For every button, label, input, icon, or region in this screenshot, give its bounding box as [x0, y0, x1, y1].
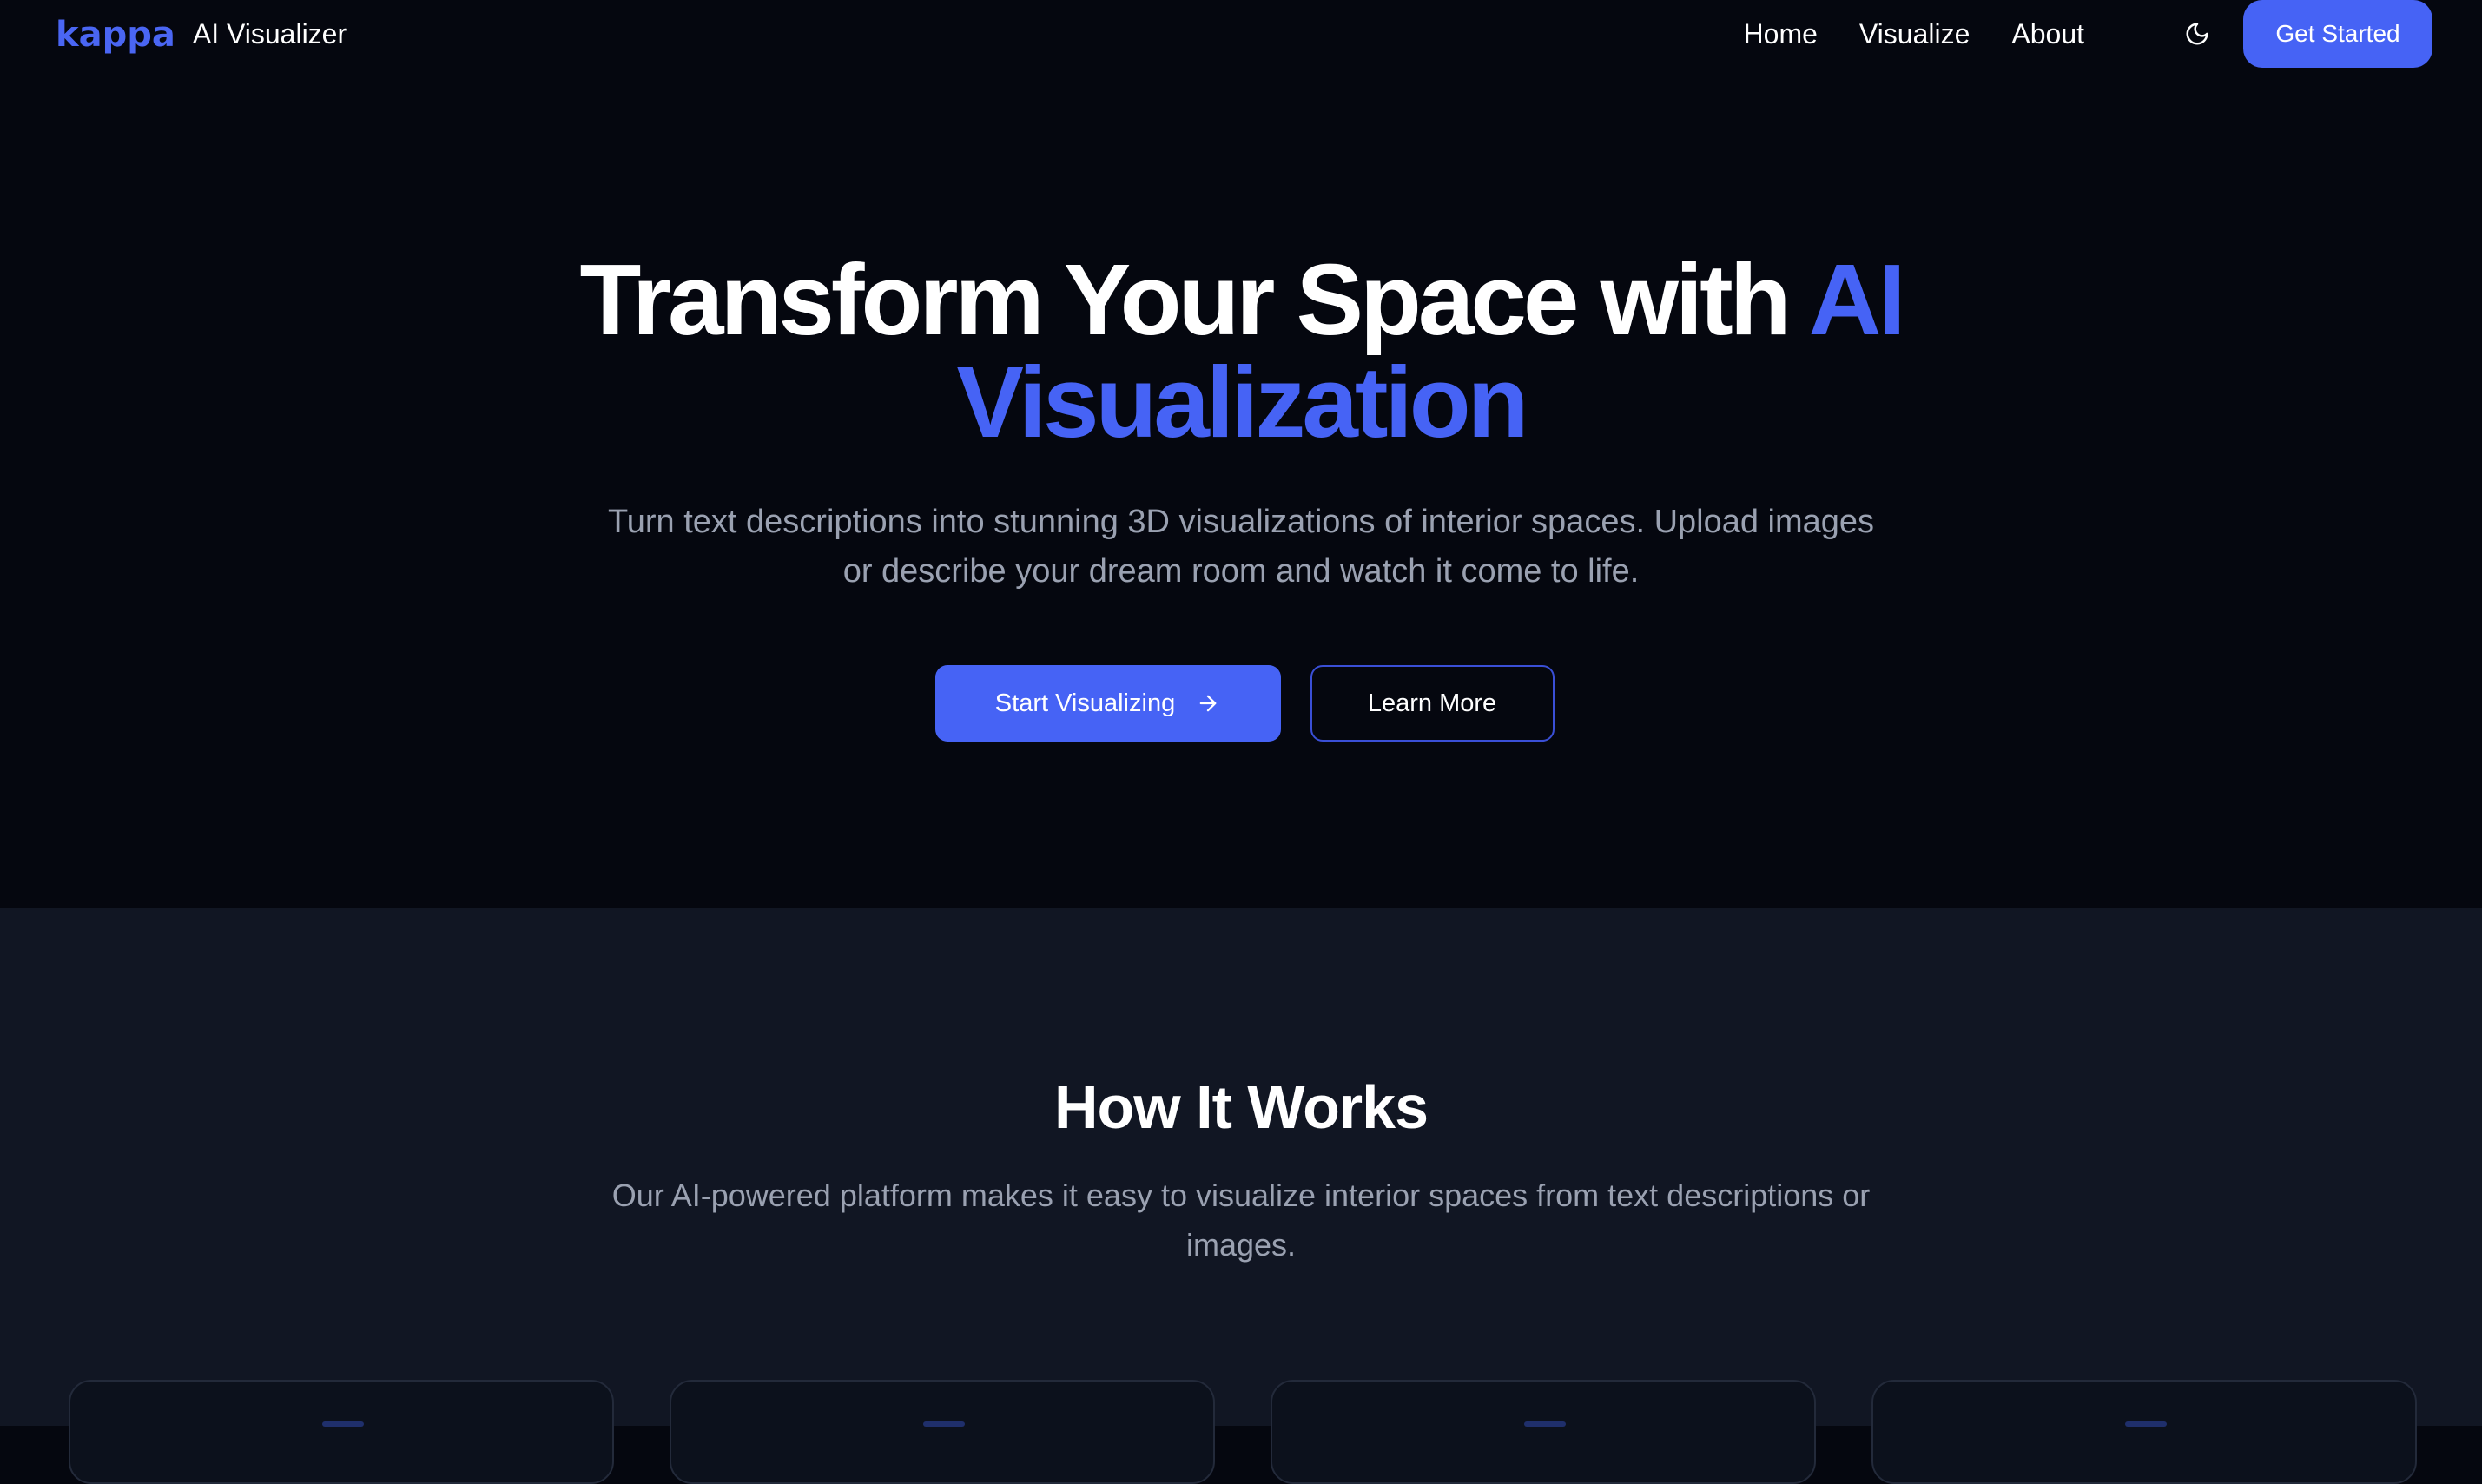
how-it-works-title: How It Works — [1053, 1073, 1429, 1141]
feature-card-icon — [2125, 1421, 2167, 1427]
nav-link-visualize[interactable]: Visualize — [1859, 18, 1970, 50]
hero-actions: Start Visualizing Learn More — [0, 665, 2482, 742]
nav-links: Home Visualize About — [1744, 0, 2084, 68]
start-visualizing-button[interactable]: Start Visualizing — [934, 665, 1281, 742]
top-navbar: kappa AI Visualizer Home Visualize About… — [0, 0, 2482, 68]
brand[interactable]: kappa AI Visualizer — [56, 0, 347, 68]
hero-title-line-1: Transform Your Space with AI — [0, 248, 2482, 351]
brand-name[interactable]: AI Visualizer — [193, 18, 347, 50]
start-visualizing-label: Start Visualizing — [994, 689, 1176, 717]
learn-more-button[interactable]: Learn More — [1310, 665, 1555, 742]
hero-subtitle-line-1: Turn text descriptions into stunning 3D … — [607, 504, 1875, 540]
arrow-right-icon — [1199, 695, 1217, 712]
moon-icon — [2186, 23, 2208, 45]
feature-card-icon — [1524, 1421, 1566, 1427]
hero-title-accent-visualization: Visualization — [956, 346, 1529, 458]
feature-card-icon — [923, 1421, 965, 1427]
feature-card-icon — [322, 1421, 364, 1427]
feature-card-3 — [1271, 1380, 1816, 1484]
hero-section: Transform Your Space with AI Visualizati… — [0, 68, 2482, 908]
how-it-works-subtitle-line-1: Our AI-powered platform makes it easy to… — [611, 1177, 1871, 1213]
hero-title-text: Transform Your Space with — [579, 243, 1791, 356]
feature-card-4 — [1871, 1380, 2417, 1484]
nav-link-about[interactable]: About — [2011, 18, 2084, 50]
how-it-works-subtitle: Our AI-powered platform makes it easy to… — [590, 1171, 1892, 1270]
feature-card-1 — [69, 1380, 614, 1484]
get-started-button[interactable]: Get Started — [2243, 0, 2432, 68]
how-it-works-section: How It Works Our AI-powered platform mak… — [0, 908, 2482, 1484]
feature-cards — [69, 1380, 2417, 1484]
hero-subtitle: Turn text descriptions into stunning 3D … — [546, 498, 1936, 597]
hero-subtitle-line-2: or describe your dream room and watch it… — [842, 553, 1640, 590]
hero-title-accent-ai: AI — [1808, 243, 1906, 356]
nav-link-home[interactable]: Home — [1744, 18, 1818, 50]
hero-title: Transform Your Space with AI Visualizati… — [0, 248, 2482, 453]
how-it-works-subtitle-line-2: images. — [1185, 1227, 1297, 1263]
theme-toggle-button[interactable] — [2180, 16, 2215, 51]
brand-logo[interactable]: kappa — [56, 15, 175, 55]
feature-card-2 — [670, 1380, 1215, 1484]
